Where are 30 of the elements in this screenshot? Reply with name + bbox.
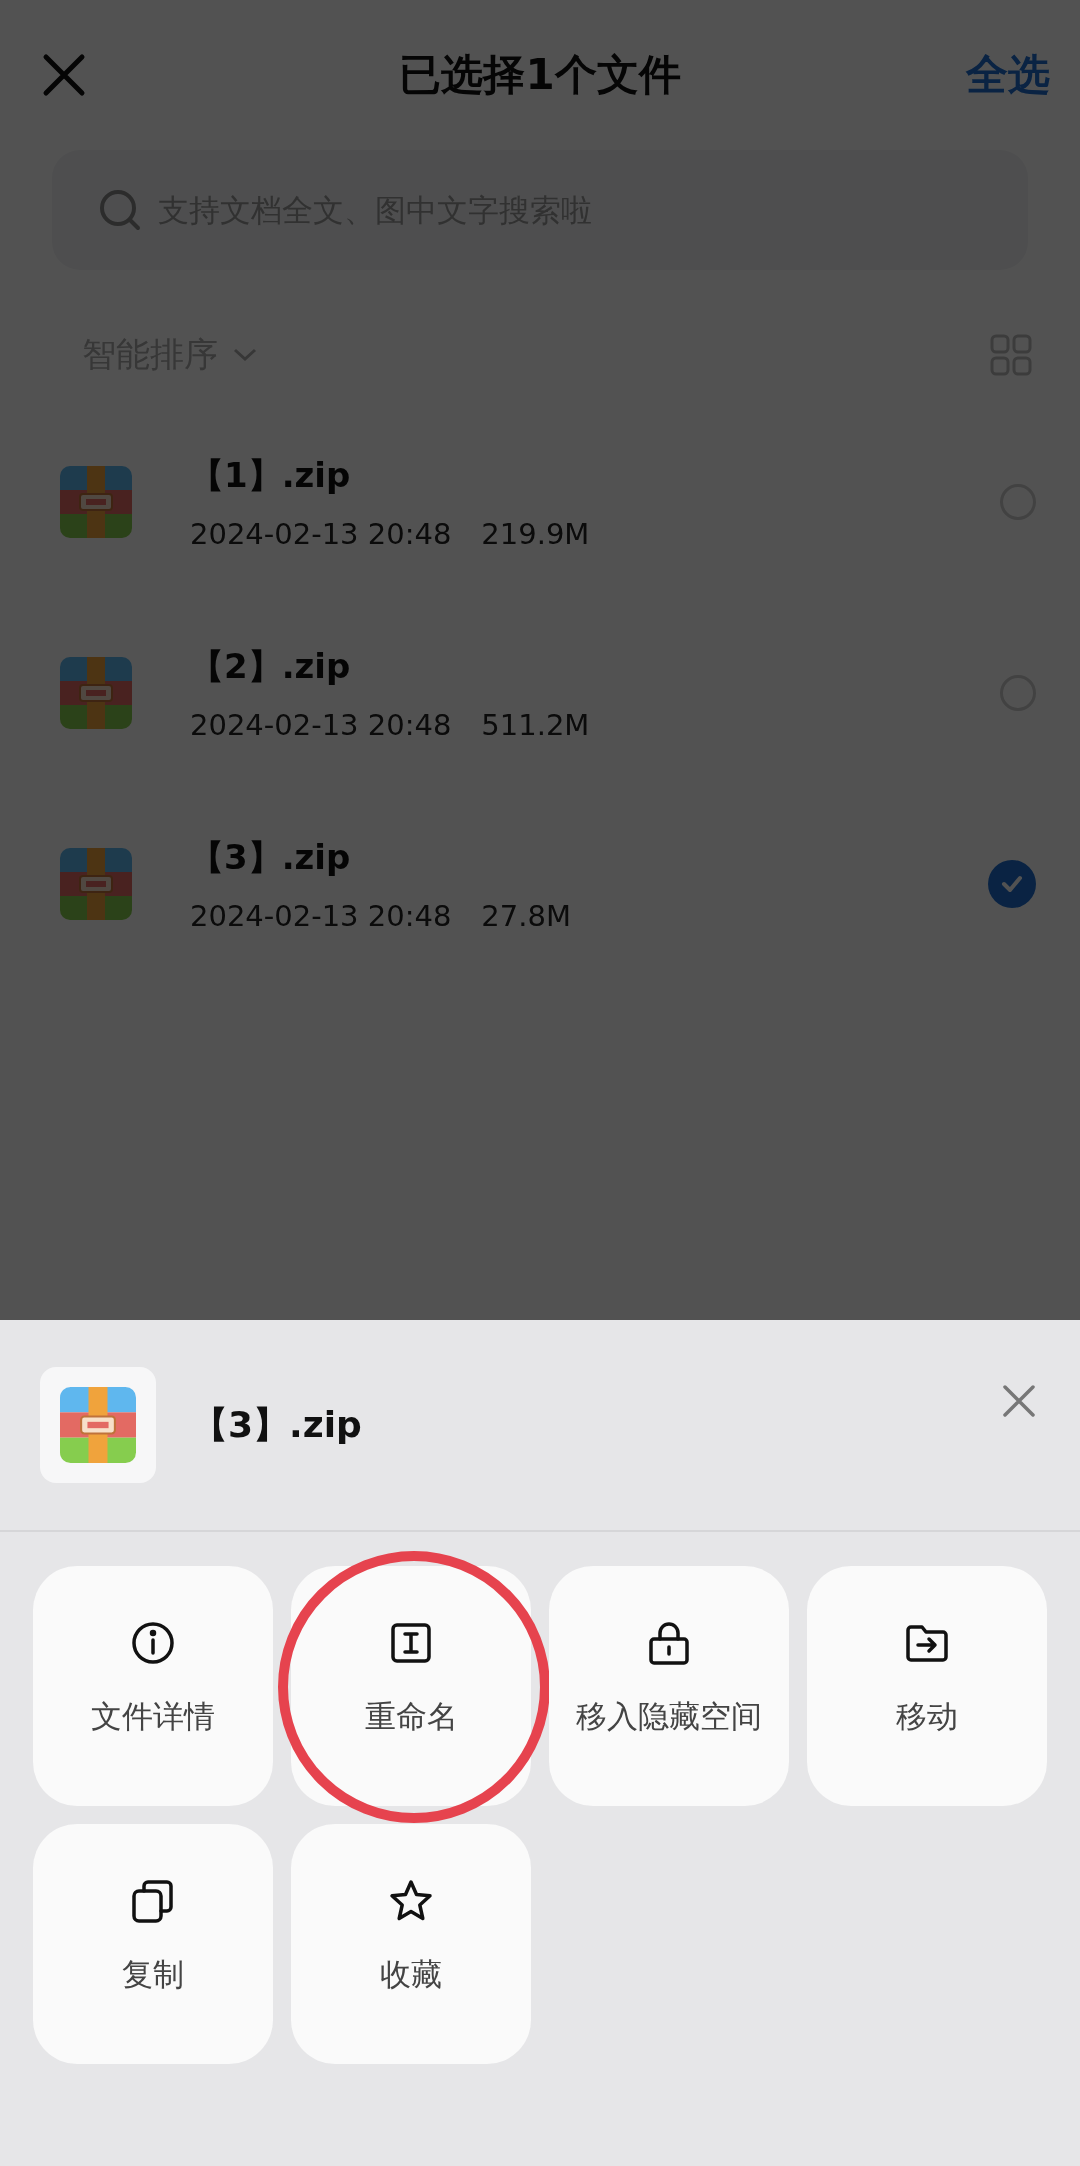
action-button[interactable]: 复制 (33, 1824, 273, 2064)
zip-file-icon (60, 656, 132, 729)
action-button[interactable]: 移动 (807, 1566, 1047, 1806)
file-name: 【1】.zip (190, 453, 352, 497)
file-date: 2024-02-13 20:48 (190, 707, 452, 742)
info-icon (130, 1620, 176, 1666)
zip-file-icon (60, 847, 132, 920)
zip-file-icon (60, 1387, 136, 1463)
zip-file-icon (60, 465, 132, 538)
lock-icon (646, 1620, 692, 1666)
file-size: 219.9M (481, 516, 590, 551)
file-size: 27.8M (481, 898, 571, 933)
chevron-down-icon (232, 347, 258, 363)
file-size: 511.2M (481, 707, 590, 742)
rename-icon (388, 1620, 434, 1666)
file-name: 【3】.zip (190, 835, 352, 879)
file-name: 【3】.zip (192, 1402, 363, 1447)
file-date: 2024-02-13 20:48 (190, 898, 452, 933)
checked-circle-icon[interactable] (988, 859, 1036, 908)
action-button[interactable]: 收藏 (291, 1824, 531, 2064)
search-icon (98, 188, 142, 232)
action-button[interactable]: 文件详情 (33, 1566, 273, 1806)
file-date: 2024-02-13 20:48 (190, 516, 452, 551)
close-icon[interactable] (42, 53, 86, 97)
file-name: 【2】.zip (190, 644, 352, 688)
screen-title: 已选择1个文件 (399, 49, 681, 101)
copy-icon (130, 1878, 176, 1924)
action-button[interactable]: 重命名 (291, 1566, 531, 1806)
action-button[interactable]: 移入隐藏空间 (549, 1566, 789, 1806)
close-icon[interactable] (1002, 1384, 1036, 1418)
